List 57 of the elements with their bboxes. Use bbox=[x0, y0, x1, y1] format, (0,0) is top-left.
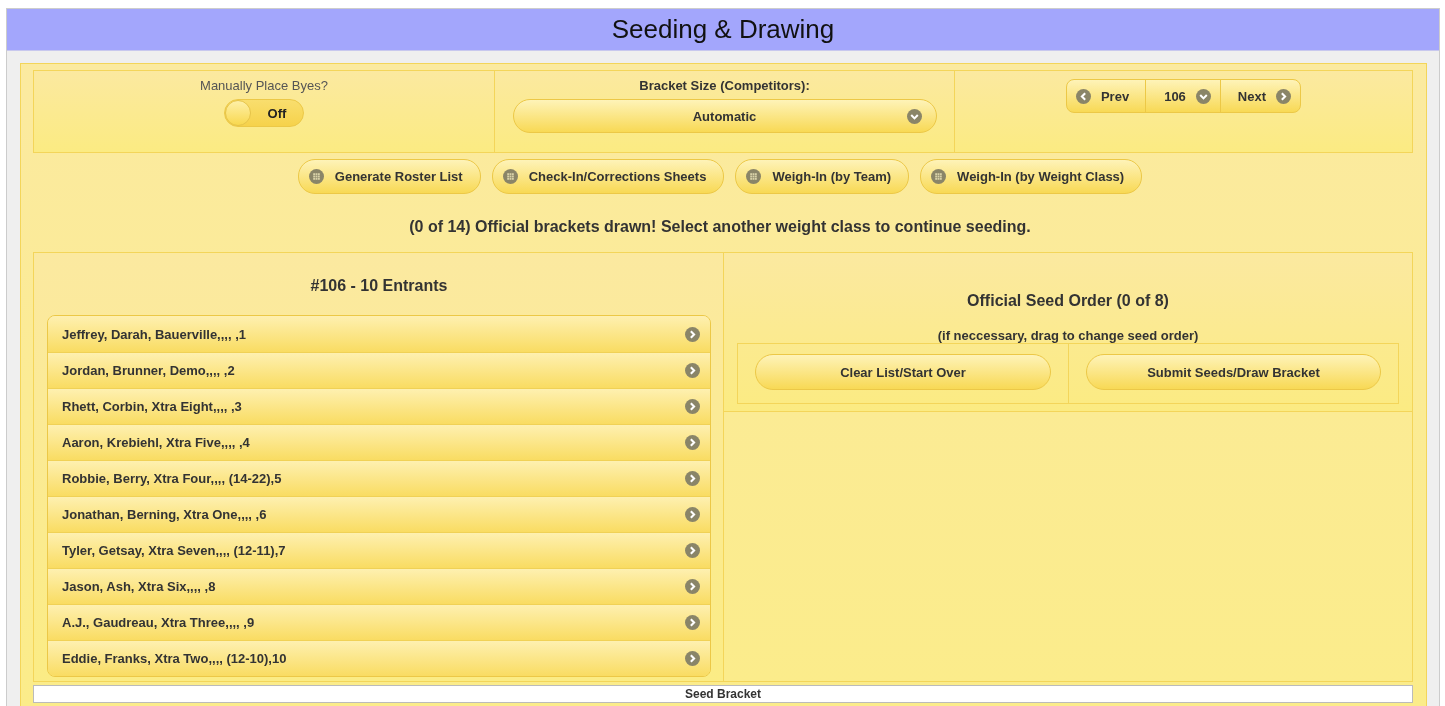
grid-icon bbox=[931, 169, 947, 184]
entrant-item[interactable]: Jonathan, Berning, Xtra One,,,, ,6 bbox=[48, 496, 710, 532]
bracket-size-select[interactable]: Automatic bbox=[512, 99, 937, 133]
entrant-item[interactable]: Jeffrey, Darah, Bauerville,,,, ,1 bbox=[48, 316, 710, 352]
report-button[interactable]: Weigh-In (by Team) bbox=[735, 159, 910, 194]
entrant-name: Jason, Ash, Xtra Six,,,, ,8 bbox=[62, 579, 216, 594]
chevron-down-icon bbox=[906, 108, 922, 124]
page-title: Seeding & Drawing bbox=[611, 14, 835, 45]
status-message: (0 of 14) Official brackets drawn! Select another weight class to continue seeding. bbox=[408, 218, 1032, 237]
entrant-item[interactable]: Rhett, Corbin, Xtra Eight,,,, ,3 bbox=[48, 388, 710, 424]
seed-bracket-bar[interactable]: Seed Bracket bbox=[33, 685, 1413, 703]
byes-label: Manually Place Byes? bbox=[200, 78, 328, 93]
chevron-right-icon bbox=[685, 507, 700, 522]
report-button[interactable]: Check-In/Corrections Sheets bbox=[491, 159, 725, 194]
entrant-name: Jonathan, Berning, Xtra One,,,, ,6 bbox=[62, 507, 267, 522]
grid-icon bbox=[746, 169, 762, 184]
entrant-name: Eddie, Franks, Xtra Two,,,, (12-10),10 bbox=[62, 651, 287, 666]
entrant-item[interactable]: Eddie, Franks, Xtra Two,,,, (12-10),10 bbox=[48, 640, 710, 676]
entrant-name: Robbie, Berry, Xtra Four,,,, (14-22),5 bbox=[62, 471, 282, 486]
chevron-right-icon bbox=[685, 615, 700, 630]
grid-icon bbox=[502, 169, 518, 184]
seed-order-title: Official Seed Order (0 of 8) bbox=[966, 291, 1170, 311]
chevron-right-icon bbox=[685, 363, 700, 378]
entrant-item[interactable]: Jason, Ash, Xtra Six,,,, ,8 bbox=[48, 568, 710, 604]
entrant-name: Aaron, Krebiehl, Xtra Five,,,, ,4 bbox=[62, 435, 250, 450]
chevron-right-icon bbox=[685, 651, 700, 666]
report-button[interactable]: Generate Roster List bbox=[297, 159, 481, 194]
chevron-right-icon bbox=[685, 543, 700, 558]
chevron-down-icon bbox=[1195, 88, 1211, 104]
entrant-item[interactable]: A.J., Gaudreau, Xtra Three,,,, ,9 bbox=[48, 604, 710, 640]
chevron-right-icon bbox=[685, 399, 700, 414]
entrant-item[interactable]: Aaron, Krebiehl, Xtra Five,,,, ,4 bbox=[48, 424, 710, 460]
chevron-right-icon bbox=[685, 435, 700, 450]
entrant-name: Jordan, Brunner, Demo,,,, ,2 bbox=[62, 363, 235, 378]
prev-button[interactable]: Prev bbox=[1066, 80, 1146, 112]
chevron-right-icon bbox=[685, 326, 700, 342]
seed-action-button[interactable]: Submit Seeds/Draw Bracket bbox=[1086, 354, 1381, 390]
entrants-title: #106 - 10 Entrants bbox=[309, 277, 449, 296]
chevron-right-icon bbox=[1276, 88, 1292, 104]
chevron-left-icon bbox=[1075, 88, 1091, 104]
seed-action-button[interactable]: Clear List/Start Over bbox=[755, 354, 1051, 390]
entrant-name: Jeffrey, Darah, Bauerville,,,, ,1 bbox=[62, 326, 246, 342]
chevron-right-icon bbox=[685, 579, 700, 594]
next-button[interactable]: Next bbox=[1219, 80, 1301, 112]
entrant-name: Rhett, Corbin, Xtra Eight,,,, ,3 bbox=[62, 399, 242, 414]
entrant-name: A.J., Gaudreau, Xtra Three,,,, ,9 bbox=[62, 615, 255, 630]
entrant-item[interactable]: Tyler, Getsay, Xtra Seven,,,, (12-11),7 bbox=[48, 532, 710, 568]
entrant-name: Tyler, Getsay, Xtra Seven,,,, (12-11),7 bbox=[62, 543, 286, 558]
grid-icon bbox=[308, 169, 324, 184]
byes-toggle[interactable]: Off bbox=[224, 99, 304, 127]
bracket-size-label: Bracket Size (Competitors): bbox=[639, 78, 810, 93]
chevron-right-icon bbox=[685, 471, 700, 486]
entrant-item[interactable]: Robbie, Berry, Xtra Four,,,, (14-22),5 bbox=[48, 460, 710, 496]
seed-order-hint: (if neccessary, drag to change seed order) bbox=[936, 328, 1200, 343]
entrant-item[interactable]: Jordan, Brunner, Demo,,,, ,2 bbox=[48, 352, 710, 388]
weight-class-select[interactable]: 106 bbox=[1145, 80, 1220, 112]
report-button[interactable]: Weigh-In (by Weight Class) bbox=[920, 159, 1143, 194]
